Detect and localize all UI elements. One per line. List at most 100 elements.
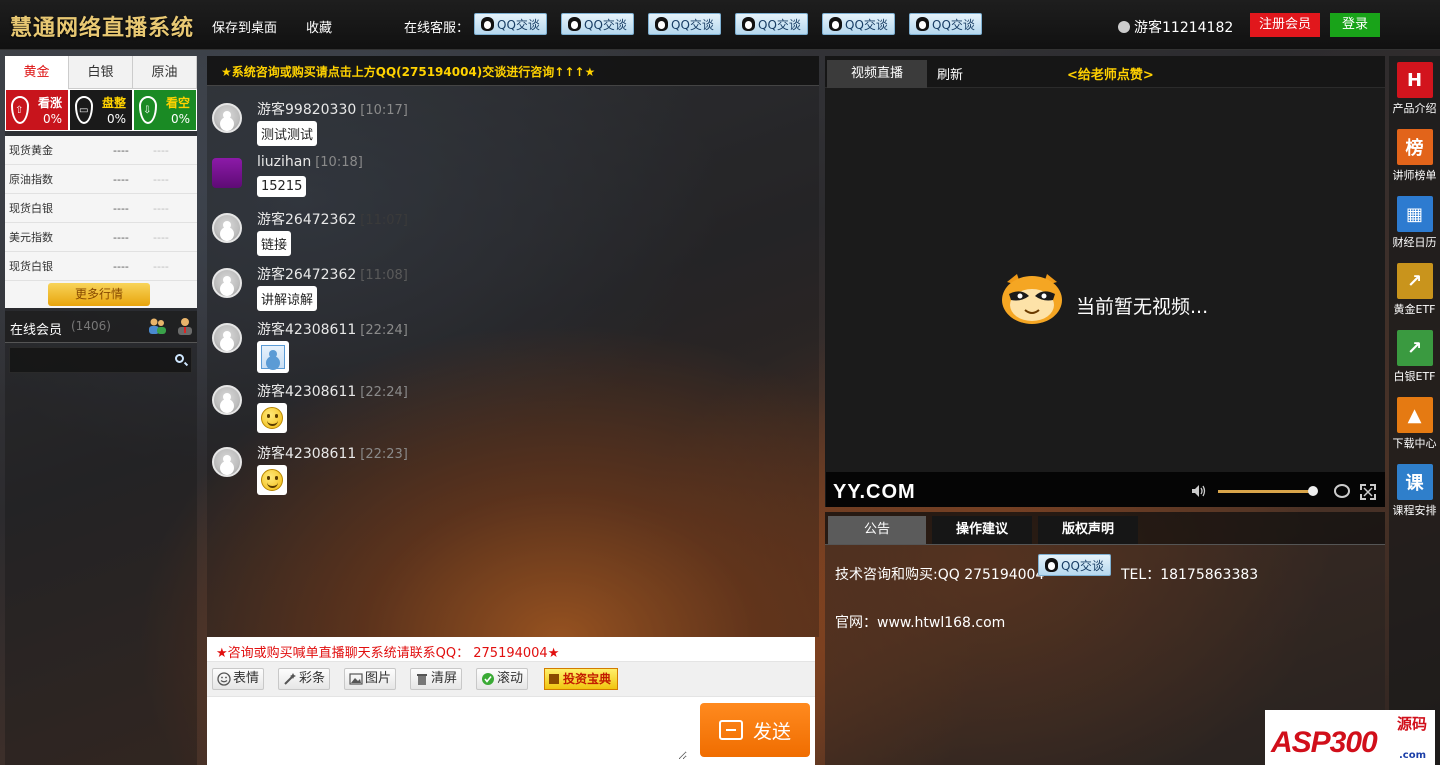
market-tabs: 黄金 白银 原油 xyxy=(5,56,197,89)
qq-chat-button-4[interactable]: QQ交谈 xyxy=(735,13,808,35)
sidebar-item-product[interactable]: H 产品介绍 xyxy=(1389,62,1440,116)
magic-wand-icon xyxy=(284,673,296,685)
video-player[interactable] xyxy=(826,88,1385,472)
auto-scroll-toggle[interactable]: 滚动 xyxy=(476,668,529,690)
send-button[interactable]: 发送 xyxy=(700,703,810,757)
login-button[interactable]: 登录 xyxy=(1330,13,1380,37)
ranking-icon: 榜 xyxy=(1396,129,1433,165)
emoji-button[interactable]: 表情 xyxy=(212,668,265,690)
qq-chat-button-1[interactable]: QQ交谈 xyxy=(474,13,547,35)
message-time: [22:24] xyxy=(360,323,408,338)
tab-silver[interactable]: 白银 xyxy=(69,56,133,89)
qq-chat-button-2[interactable]: QQ交谈 xyxy=(561,13,634,35)
message-image[interactable] xyxy=(257,341,289,373)
sidebar-item-ranking[interactable]: 榜讲师榜单 xyxy=(1389,129,1440,183)
message-username[interactable]: 游客42308611 xyxy=(257,446,356,462)
composer-notice: ★咨询或购买喊单直播聊天系统请联系QQ： 275194004★ xyxy=(216,646,560,661)
sidebar-item-download[interactable]: ▲ 下载中心 xyxy=(1389,397,1440,451)
volume-slider-knob[interactable] xyxy=(1308,486,1318,496)
tab-trade-advice[interactable]: 操作建议 xyxy=(932,516,1032,544)
message-username[interactable]: 游客26472362 xyxy=(257,267,356,283)
fullscreen-icon[interactable] xyxy=(1360,484,1376,500)
refresh-button[interactable]: 刷新 xyxy=(937,64,963,83)
download-center-icon: ▲ xyxy=(1396,397,1433,433)
video-tabs: 视频直播 刷新 <给老师点赞> xyxy=(825,56,1385,88)
contact-qq-text: 技术咨询和购买:QQ 275194004 xyxy=(835,567,1045,583)
clear-screen-button[interactable]: 清屏 xyxy=(410,668,463,690)
message-username[interactable]: 游客42308611 xyxy=(257,384,356,400)
tab-announcement[interactable]: 公告 xyxy=(828,516,926,544)
qq-penguin-icon xyxy=(916,17,929,31)
website-text: 官网：www.htwl168.com xyxy=(835,615,1006,631)
message-time: [10:17] xyxy=(360,103,408,118)
vote-bearish-button[interactable]: ⇩ 看空 0% xyxy=(133,89,197,131)
message-username[interactable]: 游客99820330 xyxy=(257,102,356,118)
sidebar-item-silver-etf[interactable]: ↗ 白银ETF xyxy=(1389,330,1440,384)
message-username[interactable]: liuzihan xyxy=(257,154,311,170)
barrage-toggle-icon[interactable] xyxy=(1334,484,1350,498)
save-desktop-link[interactable]: 保存到桌面 xyxy=(212,17,277,36)
qq-penguin-icon xyxy=(481,17,494,31)
message-text: 讲解谅解 xyxy=(257,286,318,311)
yy-mascot-icon xyxy=(1002,274,1062,324)
avatar[interactable] xyxy=(212,323,242,353)
avatar[interactable] xyxy=(212,385,242,415)
quote-row[interactable]: 现货黄金 ---- ---- xyxy=(5,136,197,165)
sidebar-item-calendar[interactable]: ▦ 财经日历 xyxy=(1389,196,1440,250)
chat-message-input[interactable] xyxy=(207,698,687,760)
image-icon xyxy=(261,345,285,369)
volume-icon[interactable] xyxy=(1191,484,1207,498)
admin-user-icon[interactable] xyxy=(175,316,195,336)
product-intro-icon: H xyxy=(1396,62,1433,98)
message-username[interactable]: 游客42308611 xyxy=(257,322,356,338)
avatar[interactable] xyxy=(212,213,242,243)
message-time: [22:23] xyxy=(360,447,408,462)
volume-slider[interactable] xyxy=(1218,490,1313,493)
message-text: 15215 xyxy=(257,176,307,197)
minus-icon: ▭ xyxy=(75,96,93,124)
avatar[interactable] xyxy=(212,268,242,298)
trash-icon xyxy=(417,674,427,685)
like-teacher-button[interactable]: <给老师点赞> xyxy=(1067,64,1154,83)
qq-chat-button-3[interactable]: QQ交谈 xyxy=(648,13,721,35)
quote-row[interactable]: 美元指数 ---- ---- xyxy=(5,223,197,252)
tab-copyright[interactable]: 版权声明 xyxy=(1038,516,1138,544)
quote-row[interactable]: 现货白银 ---- ---- xyxy=(5,194,197,223)
message-time: [11:07] xyxy=(360,213,408,228)
search-icon[interactable] xyxy=(175,354,184,363)
member-search-input[interactable] xyxy=(9,347,192,373)
user-group-icon[interactable] xyxy=(147,316,167,336)
quote-row[interactable]: 现货白银 ---- ---- xyxy=(5,252,197,281)
qq-chat-button-5[interactable]: QQ交谈 xyxy=(822,13,895,35)
qq-penguin-icon xyxy=(829,17,842,31)
favorite-link[interactable]: 收藏 xyxy=(306,17,332,36)
more-quotes-button[interactable]: 更多行情 xyxy=(48,283,150,306)
course-icon: 课 xyxy=(1396,464,1433,500)
image-upload-button[interactable]: 图片 xyxy=(344,668,397,690)
investment-guide-button[interactable]: 投资宝典 xyxy=(544,668,619,690)
qq-penguin-icon xyxy=(742,17,755,31)
qq-chat-button-announce[interactable]: QQ交谈 xyxy=(1038,554,1111,576)
register-button[interactable]: 注册会员 xyxy=(1250,13,1320,37)
tab-live-video[interactable]: 视频直播 xyxy=(827,60,927,88)
message-username[interactable]: 游客26472362 xyxy=(257,212,356,228)
color-bar-button[interactable]: 彩条 xyxy=(278,668,331,690)
sentiment-vote: ⇧ 看涨 0% ▭ 盘整 0% ⇩ 看空 0% xyxy=(5,89,197,131)
avatar[interactable] xyxy=(212,447,242,477)
tab-oil[interactable]: 原油 xyxy=(133,56,197,89)
quote-row[interactable]: 原油指数 ---- ---- xyxy=(5,165,197,194)
vote-consolidate-button[interactable]: ▭ 盘整 0% xyxy=(69,89,133,131)
tab-gold[interactable]: 黄金 xyxy=(5,56,69,89)
online-members-title: 在线会员 xyxy=(10,323,63,338)
sidebar-item-course[interactable]: 课课程安排 xyxy=(1389,464,1440,518)
qq-chat-button-6[interactable]: QQ交谈 xyxy=(909,13,982,35)
vote-bullish-button[interactable]: ⇧ 看涨 0% xyxy=(5,89,69,131)
calendar-icon: ▦ xyxy=(1396,196,1433,232)
smiley-icon xyxy=(261,407,283,429)
sidebar-item-gold-etf[interactable]: ↗ 黄金ETF xyxy=(1389,263,1440,317)
online-members-count: (1406) xyxy=(71,319,111,333)
avatar[interactable] xyxy=(212,103,242,133)
message-emoji xyxy=(257,403,287,433)
line-chart-icon: ↗ xyxy=(1396,330,1433,366)
avatar[interactable] xyxy=(212,158,242,188)
